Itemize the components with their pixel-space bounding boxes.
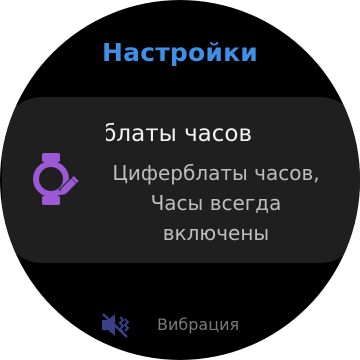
- card-title-marquee: Циферблаты часов: [106, 120, 360, 150]
- page-title: Настройки: [102, 38, 258, 67]
- card-description: Циферблаты часов, Часы всегда включены: [112, 161, 320, 245]
- watch-face-edit-icon: [33, 153, 80, 205]
- vibration-setting-item[interactable]: Вибрация: [100, 308, 280, 342]
- vibration-mute-icon: [102, 313, 130, 338]
- vibration-label: Вибрация: [157, 315, 240, 334]
- watch-faces-setting-item[interactable]: Циферблаты часов Циферблаты часов, Часы …: [2, 97, 360, 263]
- watch-screen: Настройки Циферблаты часов Циферблаты ча…: [0, 0, 360, 360]
- card-title: Циферблаты часов: [106, 121, 253, 147]
- marquee-fade: [346, 120, 360, 150]
